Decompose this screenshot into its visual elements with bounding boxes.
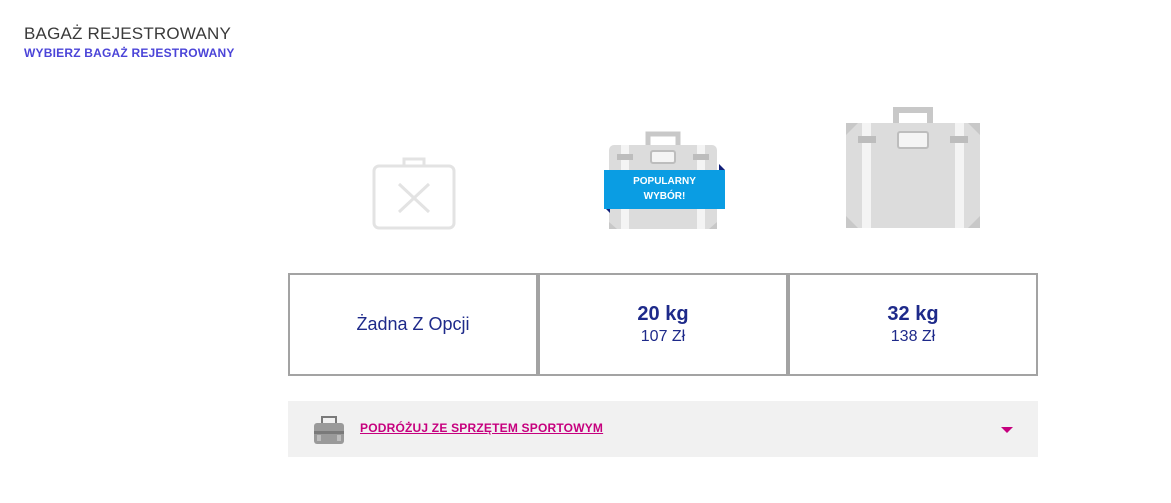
baggage-options: Żadna Z Opcji 20 kg 107 Zł 32 kg 138 Zł (288, 273, 1038, 376)
suitcase-crossed-icon (372, 157, 456, 230)
option-20kg-weight: 20 kg (637, 302, 689, 325)
checked-baggage-section: BAGAŻ REJESTROWANY WYBIERZ BAGAŻ REJESTR… (0, 0, 1171, 503)
popular-choice-badge: POPULARNY WYBÓR! (604, 164, 725, 213)
option-32kg[interactable]: 32 kg 138 Zł (788, 273, 1038, 376)
section-subtitle: WYBIERZ BAGAŻ REJESTROWANY (24, 46, 235, 60)
option-32kg-price: 138 Zł (890, 327, 936, 345)
baggage-icons-row: POPULARNY WYBÓR! (288, 100, 1038, 240)
section-title: BAGAŻ REJESTROWANY (24, 24, 231, 43)
option-no-baggage-label: Żadna Z Opcji (356, 314, 470, 334)
suitcase-large-icon (846, 107, 980, 228)
medium-baggage-icon-slot: POPULARNY WYBÓR! (538, 100, 788, 240)
option-20kg-price: 107 Zł (640, 327, 686, 345)
option-20kg[interactable]: 20 kg 107 Zł (538, 273, 788, 376)
large-baggage-icon-slot (788, 100, 1038, 240)
badge-line-1: POPULARNY (633, 176, 696, 187)
option-no-baggage[interactable]: Żadna Z Opcji (288, 273, 538, 376)
option-32kg-weight: 32 kg (887, 302, 939, 325)
chevron-down-icon[interactable] (1001, 427, 1013, 433)
badge-line-2: WYBÓR! (643, 191, 686, 202)
sports-equipment-link[interactable]: PODRÓŻUJ ZE SPRZĘTEM SPORTOWYM (360, 421, 603, 435)
sports-equipment-toggle[interactable]: PODRÓŻUJ ZE SPRZĘTEM SPORTOWYM (288, 401, 1038, 457)
no-baggage-icon-slot (288, 100, 538, 240)
sports-bag-icon (314, 416, 344, 444)
